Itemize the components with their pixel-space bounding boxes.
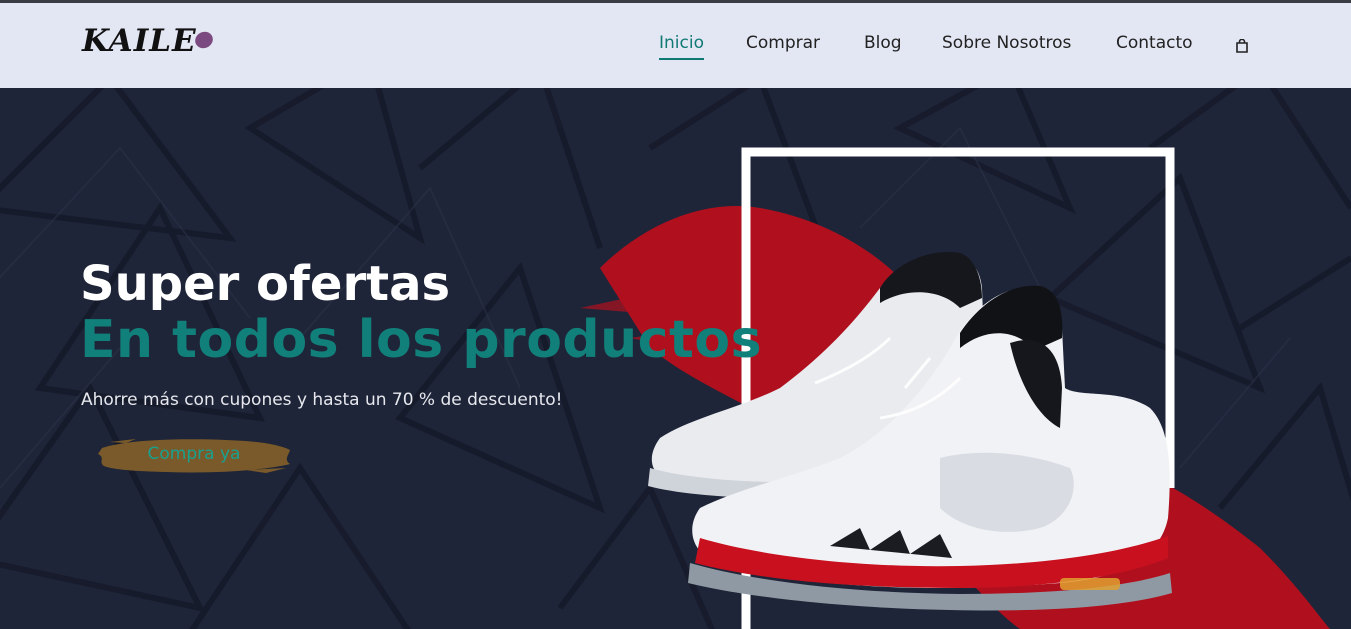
nav-item-label: Inicio [659, 33, 704, 53]
nav-item-label: Sobre Nosotros [942, 33, 1072, 53]
hero-description: Ahorre más con cupones y hasta un 70 % d… [81, 390, 563, 410]
nav-item-label: Blog [864, 33, 902, 53]
shop-now-button[interactable]: Compra ya [96, 434, 292, 476]
hero-title: Super ofertas [80, 256, 451, 312]
nav-item-contacto[interactable]: Contacto [1116, 33, 1193, 53]
site-header: KAILE Inicio Comprar Blog Sobre Nosotros… [0, 3, 1351, 88]
nav-item-sobre-nosotros[interactable]: Sobre Nosotros [942, 33, 1071, 53]
nav-item-comprar[interactable]: Comprar [746, 33, 820, 53]
active-nav-underline [659, 58, 704, 60]
main-nav: Inicio Comprar Blog Sobre Nosotros Conta… [0, 33, 1351, 63]
hero-banner: Super ofertas En todos los productos Aho… [0, 88, 1351, 629]
shopping-bag-icon[interactable] [1235, 39, 1249, 53]
shop-now-label: Compra ya [147, 444, 241, 464]
nav-item-label: Contacto [1116, 33, 1193, 53]
hero-subtitle: En todos los productos [80, 310, 763, 370]
nav-item-label: Comprar [746, 33, 821, 53]
nav-item-inicio[interactable]: Inicio [659, 33, 704, 60]
nav-item-blog[interactable]: Blog [864, 33, 902, 53]
